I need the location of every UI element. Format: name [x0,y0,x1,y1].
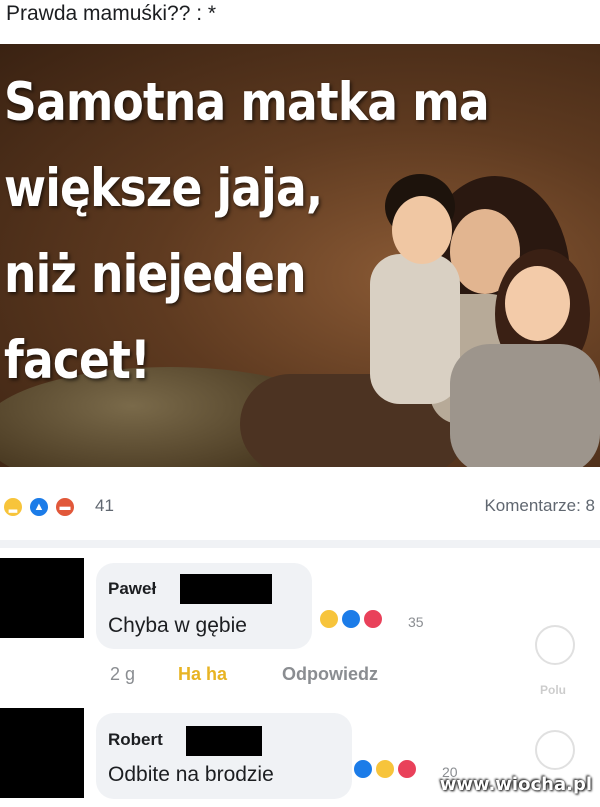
redacted-surname [180,574,272,604]
comment-reactions[interactable]: 35 [318,608,438,636]
commenter-avatar[interactable] [0,708,84,798]
headline-line: Samotna matka ma [4,72,490,133]
image-headline: Samotna matka ma większe jaja, niż nieje… [4,60,490,404]
post-caption: Prawda mamuśki?? : * [6,2,217,25]
reaction-count[interactable]: 41 [95,496,114,516]
comment-reaction-link[interactable]: Ha ha [178,664,227,685]
redacted-surname [186,726,262,756]
commenter-avatar[interactable] [0,558,84,638]
love-emoji-icon [396,758,418,780]
comment-text: Chyba w gębie [108,614,247,637]
like-action-label[interactable]: Polu [540,683,566,697]
reaction-summary: ▂ ▲ ▬ 41 Komentarze: 8 [0,488,600,528]
like-emoji-icon [352,758,374,780]
love-emoji-icon [362,608,384,630]
headline-line: niż niejeden [4,244,307,305]
reply-link[interactable]: Odpowiedz [282,664,378,685]
site-watermark: www.wiocha.pl [439,774,592,795]
comment-author[interactable]: Paweł [108,579,156,599]
angry-emoji-icon[interactable]: ▬ [54,496,76,518]
like-emoji-icon [340,608,362,630]
haha-emoji-icon [318,608,340,630]
haha-emoji-icon[interactable]: ▂ [2,496,24,518]
girl-face [505,266,570,341]
like-emoji-icon[interactable]: ▲ [28,496,50,518]
headline-line: facet! [4,330,151,391]
comment-author[interactable]: Robert [108,730,163,750]
comment-reaction-count: 35 [408,614,424,630]
section-divider [0,540,600,548]
comments-count-link[interactable]: Komentarze: 8 [484,496,595,516]
haha-emoji-icon [374,758,396,780]
headline-line: większe jaja, [4,158,323,219]
comment-icon[interactable] [535,730,575,770]
comment-time[interactable]: 2 g [110,664,135,685]
comment-text: Odbite na brodzie [108,763,274,786]
heart-icon[interactable] [535,625,575,665]
